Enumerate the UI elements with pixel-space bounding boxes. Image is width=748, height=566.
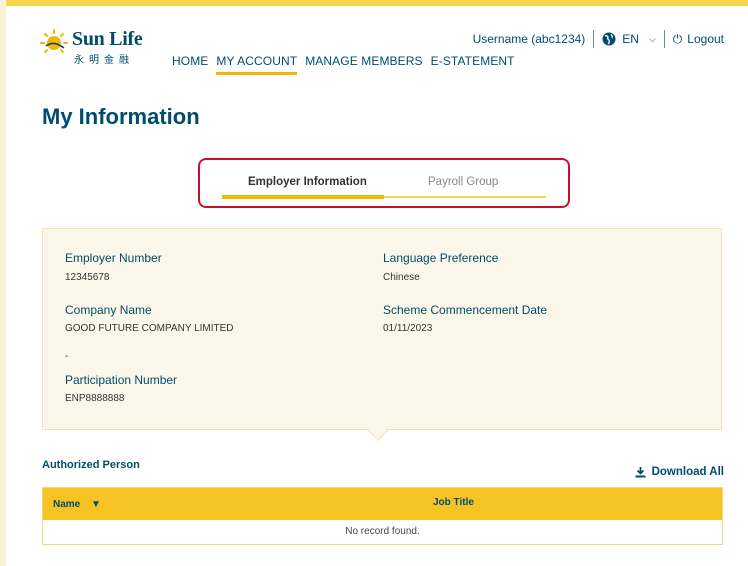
chevron-down-icon: ⌵ xyxy=(648,33,656,44)
language-preference-value: Chinese xyxy=(383,272,420,283)
nav-e-statement[interactable]: E-STATEMENT xyxy=(431,54,515,75)
username-link[interactable]: Username (abc1234) xyxy=(473,32,586,46)
empty-value-dash: - xyxy=(65,351,69,362)
participation-number-value: ENP8888888 xyxy=(65,393,125,404)
participation-number-label: Participation Number xyxy=(65,373,178,387)
main-nav: HOME MY ACCOUNT MANAGE MEMBERS E-STATEME… xyxy=(172,54,523,75)
company-name-value: GOOD FUTURE COMPANY LIMITED xyxy=(65,323,234,334)
scheme-date-value: 01/11/2023 xyxy=(383,323,433,334)
divider xyxy=(663,30,665,48)
sunlife-logo[interactable]: Sun Life 永明金融 xyxy=(40,26,160,66)
column-name-label: Name xyxy=(53,499,81,510)
left-accent-bar xyxy=(0,0,6,566)
power-icon: ⏻ xyxy=(672,31,683,46)
employer-number-label: Employer Number xyxy=(65,251,162,265)
table-header: Name ▼ Job Title xyxy=(43,488,722,520)
sun-icon xyxy=(40,29,68,53)
download-icon xyxy=(635,466,646,477)
tabs-container: Employer Information Payroll Group xyxy=(198,158,570,208)
logout-label: Logout xyxy=(687,32,724,46)
language-label: EN xyxy=(622,32,639,46)
language-selector[interactable]: EN ⌵ xyxy=(602,32,656,46)
scheme-date-label: Scheme Commencement Date xyxy=(383,303,548,317)
employer-number-value: 12345678 xyxy=(65,272,110,283)
tab-payroll-group[interactable]: Payroll Group xyxy=(428,176,498,188)
nav-manage-members[interactable]: MANAGE MEMBERS xyxy=(305,54,422,75)
divider xyxy=(593,30,595,48)
download-all-label: Download All xyxy=(651,466,724,478)
logo-text: Sun Life xyxy=(72,28,143,50)
logo-chinese-text: 永明金融 xyxy=(74,55,134,66)
empty-table-message: No record found. xyxy=(345,526,420,537)
authorized-person-table: Name ▼ Job Title No record found. xyxy=(42,487,723,545)
download-all-button[interactable]: Download All xyxy=(635,466,724,478)
company-name-label: Company Name xyxy=(65,303,152,317)
user-bar: Username (abc1234) EN ⌵ ⏻ Logout xyxy=(473,30,724,48)
sort-down-icon: ▼ xyxy=(91,499,101,510)
column-header-name[interactable]: Name ▼ xyxy=(53,499,101,510)
nav-home[interactable]: HOME xyxy=(172,54,208,75)
employer-info-panel: Employer Number 12345678 Language Prefer… xyxy=(42,228,722,430)
top-accent-bar xyxy=(0,0,748,6)
nav-my-account[interactable]: MY ACCOUNT xyxy=(216,54,298,75)
authorized-person-title: Authorized Person xyxy=(42,459,140,471)
column-header-job-title: Job Title xyxy=(433,497,474,508)
tab-active-indicator xyxy=(222,195,384,199)
globe-icon xyxy=(602,32,616,46)
logout-button[interactable]: ⏻ Logout xyxy=(673,32,724,47)
language-preference-label: Language Preference xyxy=(383,251,499,265)
tab-employer-information[interactable]: Employer Information xyxy=(248,176,367,188)
page-title: My Information xyxy=(42,104,200,129)
